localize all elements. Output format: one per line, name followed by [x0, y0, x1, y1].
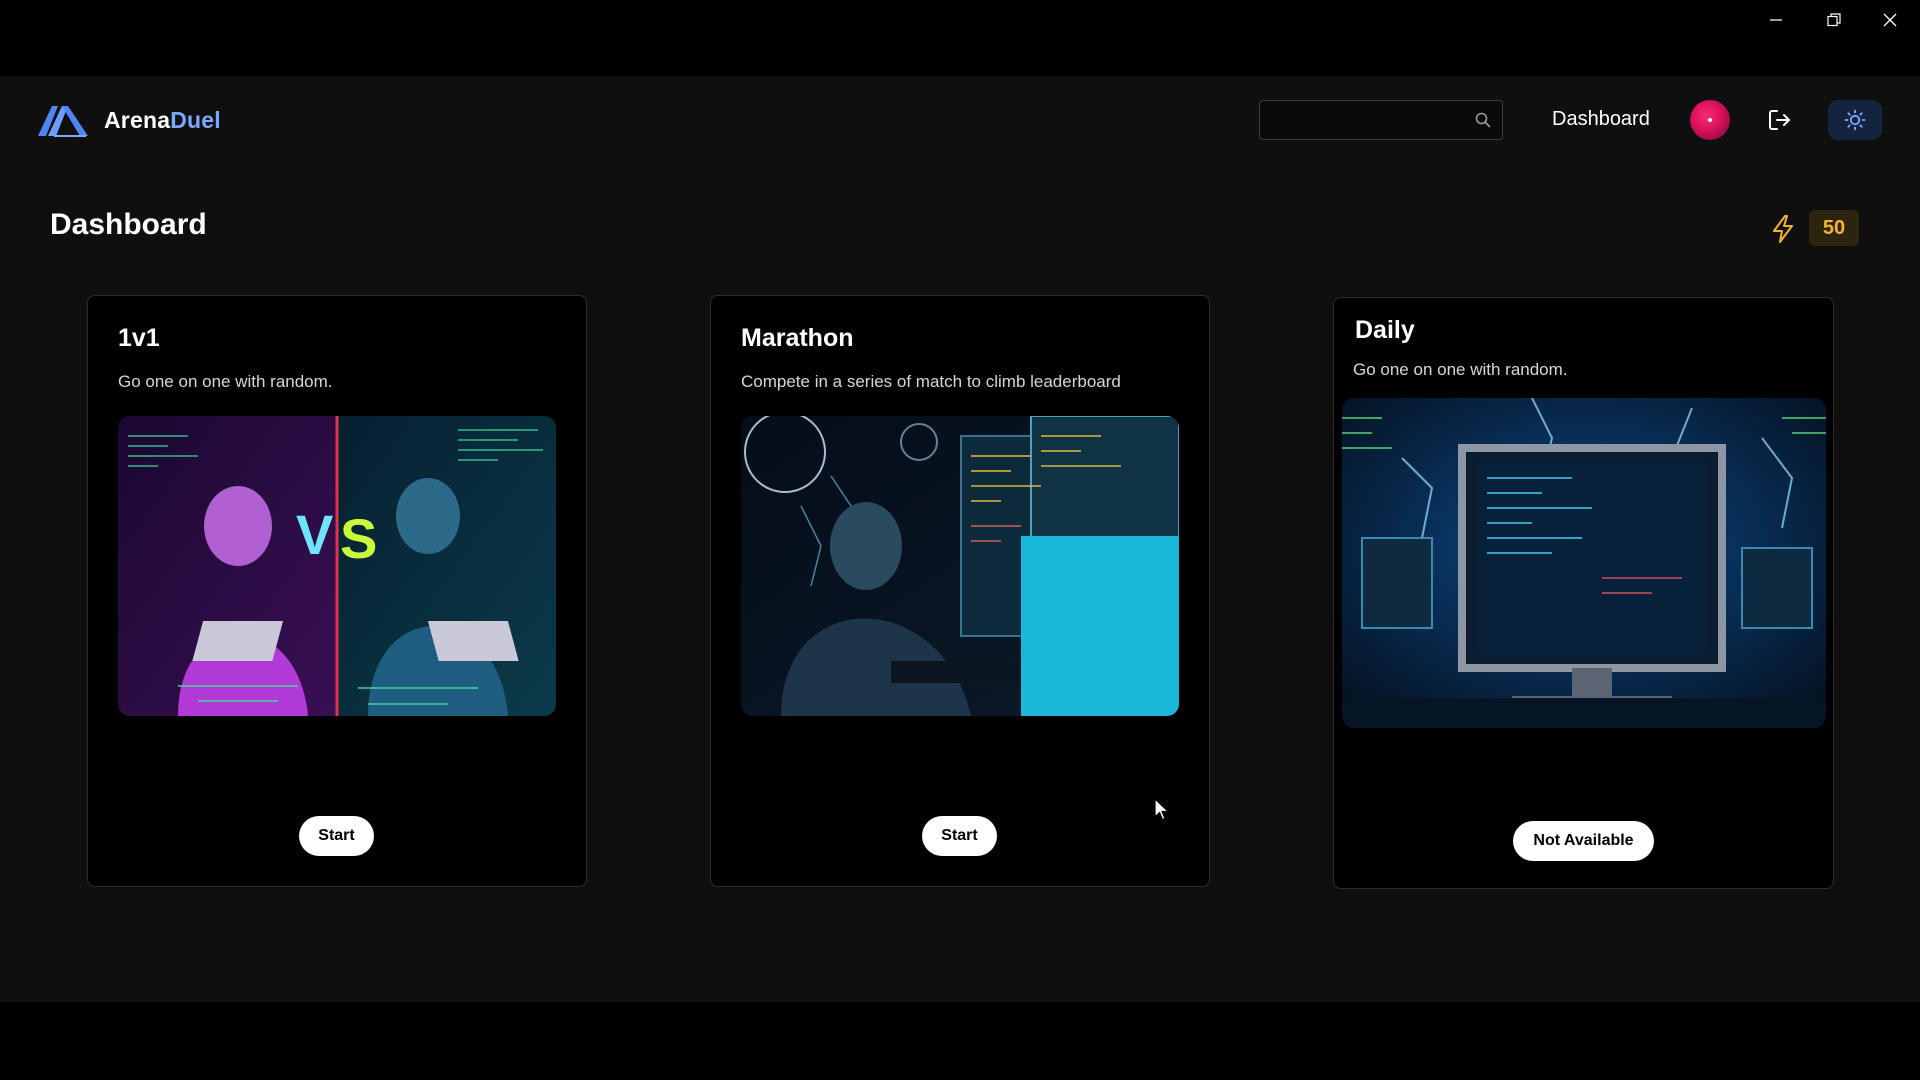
mouse-cursor-icon: [1154, 798, 1169, 821]
minimize-icon[interactable]: [1748, 0, 1804, 40]
card-description: Compete in a series of match to climb le…: [741, 372, 1121, 391]
app-name: ArenaDuel: [104, 106, 221, 133]
search-input[interactable]: [1260, 101, 1460, 139]
app-window: ArenaDuel Dashboard Dashboard 50 1v1 Go …: [0, 76, 1920, 1002]
restore-icon[interactable]: [1806, 0, 1862, 40]
card-title: 1v1: [118, 324, 160, 352]
close-icon[interactable]: [1862, 0, 1918, 40]
card-image-daily: [1342, 398, 1826, 728]
start-marathon-button[interactable]: Start: [922, 816, 997, 856]
mode-card-marathon: Marathon Compete in a series of match to…: [710, 295, 1210, 887]
app-logo[interactable]: ArenaDuel: [36, 102, 221, 138]
svg-text:S: S: [340, 507, 377, 570]
card-description: Go one on one with random.: [1353, 360, 1568, 379]
svg-text:V: V: [296, 503, 333, 566]
card-title: Marathon: [741, 324, 854, 352]
card-image-marathon: [741, 416, 1179, 716]
arenaduel-logo-icon: [38, 106, 88, 137]
theme-toggle-button[interactable]: [1828, 100, 1882, 140]
search-box[interactable]: [1259, 100, 1503, 140]
mode-card-1v1: 1v1 Go one on one with random. V S Start: [87, 295, 587, 887]
card-image-1v1: V S: [118, 416, 556, 716]
avatar[interactable]: [1690, 100, 1730, 140]
logout-icon[interactable]: [1766, 106, 1794, 134]
page-title: Dashboard: [50, 208, 207, 241]
bottom-bar: [0, 1002, 1920, 1080]
card-description: Go one on one with random.: [118, 372, 333, 391]
lightning-icon: [1773, 215, 1793, 243]
mode-card-daily: Daily Go one on one with random. Not Ava…: [1333, 297, 1834, 889]
nav-dashboard-link[interactable]: Dashboard: [1552, 108, 1650, 131]
avatar-dot: [1708, 118, 1712, 122]
window-titlebar: [0, 0, 1920, 76]
energy-count-badge: 50: [1809, 210, 1859, 246]
search-icon[interactable]: [1474, 111, 1492, 129]
card-title: Daily: [1355, 316, 1415, 344]
sun-icon: [1844, 109, 1866, 131]
top-navbar: ArenaDuel Dashboard: [0, 76, 1920, 164]
not-available-button[interactable]: Not Available: [1513, 821, 1654, 861]
start-1v1-button[interactable]: Start: [299, 816, 374, 856]
